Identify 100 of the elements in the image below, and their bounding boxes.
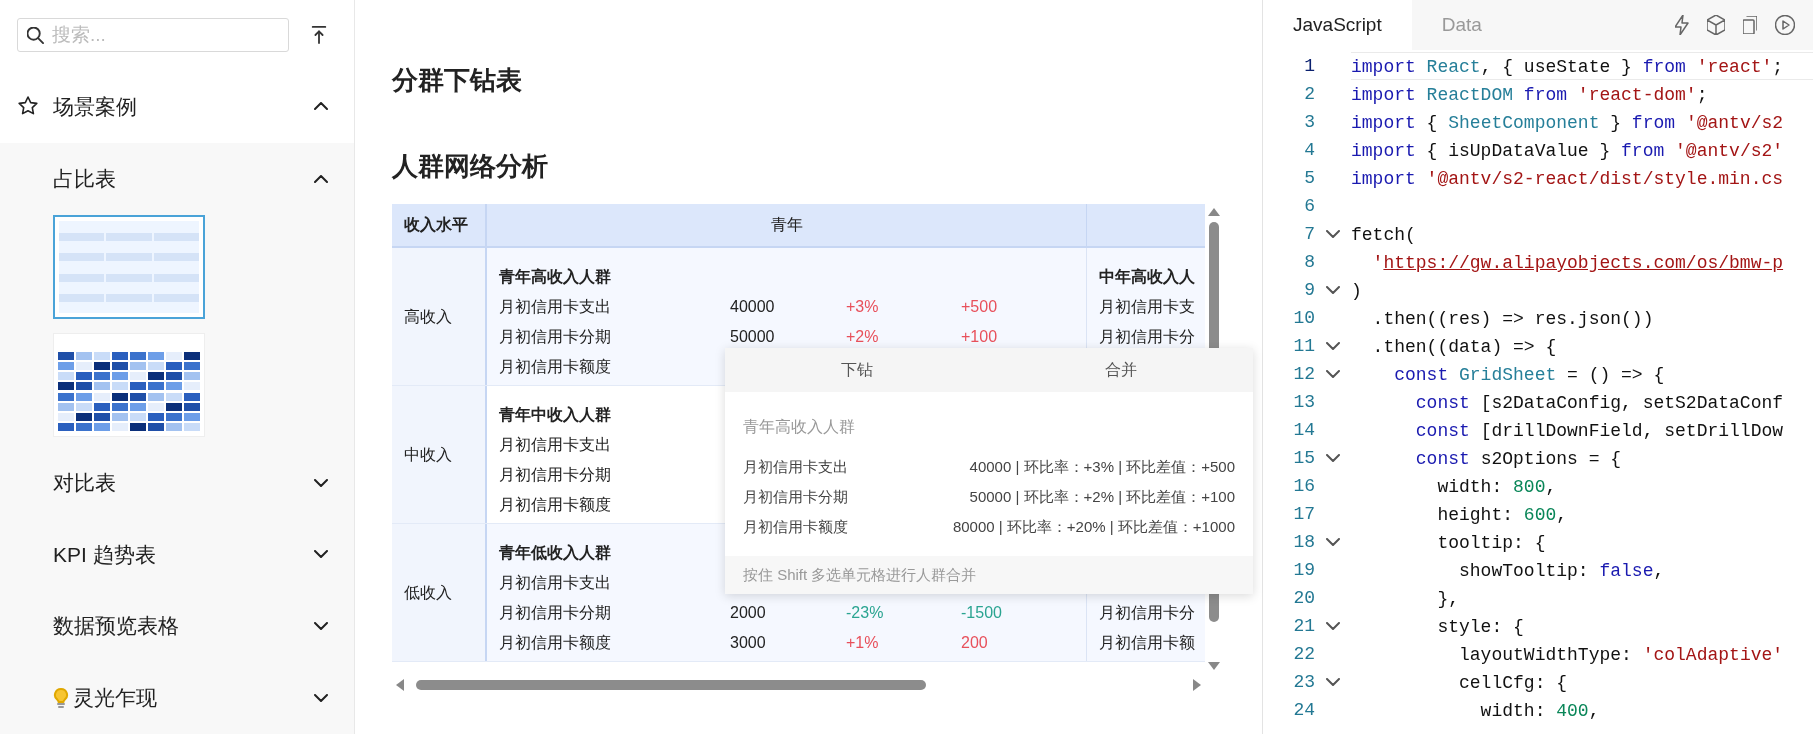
code-line: const GridSheet = () => { <box>1393 364 1666 387</box>
group-title: 青年中收入人群 <box>499 405 611 425</box>
metric-value: 50000 <box>730 327 776 347</box>
change-rate: +2% <box>846 327 880 347</box>
code-line: cellCfg: { <box>1458 672 1569 695</box>
tooltip-value: 40000 | 环比率：+3% | 环比差值：+500 <box>969 457 1235 477</box>
code-line: import '@antv/s2-react/dist/style.min.cs <box>1351 168 1785 191</box>
code-line: fetch( <box>1351 224 1417 247</box>
tooltip-value: 50000 | 环比率：+2% | 环比差值：+100 <box>969 487 1235 507</box>
thumbnail-drawing[interactable] <box>53 214 205 319</box>
code-line: .then((res) => res.json()) <box>1371 308 1655 331</box>
fold-chevron-icon[interactable] <box>1326 678 1340 686</box>
change-rate: +1% <box>846 633 880 653</box>
line-number: 4 <box>1303 139 1315 162</box>
code-line: showTooltip: false, <box>1458 560 1666 583</box>
metric-name: 月初信用卡额度 <box>499 357 612 377</box>
group-title: 中年高收入人 <box>1099 267 1195 287</box>
play-icon[interactable] <box>1775 15 1795 35</box>
cube-icon[interactable] <box>1707 15 1725 35</box>
sidebar-item[interactable]: KPI 趋势表 <box>0 518 354 591</box>
metric-name: 月初信用卡支 <box>1099 297 1195 317</box>
line-number: 21 <box>1292 615 1315 638</box>
line-number: 24 <box>1292 699 1315 722</box>
row-header: 低收入 <box>392 524 487 661</box>
sidebar-item[interactable]: 灵光乍现 <box>0 662 354 734</box>
fold-chevron-icon[interactable] <box>1326 538 1340 546</box>
line-number: 9 <box>1303 279 1315 302</box>
change-value: 200 <box>961 633 989 653</box>
change-rate: -23% <box>846 603 885 623</box>
search-field[interactable]: 搜索... <box>17 18 289 52</box>
group-title: 青年高收入人群 <box>499 267 611 287</box>
back-to-top-icon[interactable] <box>311 26 327 44</box>
row-header: 高收入 <box>392 248 487 385</box>
code-line: style: { <box>1436 616 1525 639</box>
line-number: 3 <box>1303 111 1315 134</box>
fold-chevron-icon[interactable] <box>1326 622 1340 630</box>
table-title: 人群网络分析 <box>392 150 549 183</box>
page-title: 分群下钻表 <box>392 64 523 97</box>
metric-name: 月初信用卡支出 <box>499 297 612 317</box>
sidebar-item[interactable]: 对比表 <box>0 446 354 519</box>
line-number: 1 <box>1303 55 1315 78</box>
column-header: 收入水平 <box>392 204 487 246</box>
line-number: 15 <box>1292 447 1315 470</box>
tooltip-label: 月初信用卡额度 <box>743 517 848 537</box>
tooltip-action-button[interactable]: 下钻 <box>725 348 989 392</box>
row-header: 中收入 <box>392 386 487 523</box>
code-line: const [s2DataConfig, setS2DataConf <box>1414 392 1785 415</box>
metric-name: 月初信用卡分 <box>1099 327 1195 347</box>
metric-name: 月初信用卡分 <box>1099 603 1195 623</box>
line-number: 2 <box>1303 83 1315 106</box>
line-number: 19 <box>1292 559 1315 582</box>
line-number: 17 <box>1292 503 1315 526</box>
fold-chevron-icon[interactable] <box>1326 342 1340 350</box>
line-number: 8 <box>1303 251 1315 274</box>
tooltip-title: 青年高收入人群 <box>742 417 856 437</box>
lightning-icon[interactable] <box>1675 15 1689 35</box>
line-number: 5 <box>1303 167 1315 190</box>
sidebar-item[interactable]: 占比表 <box>0 142 354 215</box>
code-line: width: 400, <box>1479 700 1601 723</box>
metric-value: 2000 <box>730 603 767 623</box>
fold-chevron-icon[interactable] <box>1326 454 1340 462</box>
tooltip-hint: 按住 Shift 多选单元格进行人群合并 <box>725 556 1253 594</box>
tooltip-action-button[interactable]: 合并 <box>989 348 1253 392</box>
line-number: 14 <box>1292 419 1315 442</box>
code-line: ) <box>1351 280 1363 303</box>
metric-value: 3000 <box>730 633 767 653</box>
code-line: 'https://gw.alipayobjects.com/os/bmw-p <box>1371 252 1785 275</box>
change-value: +100 <box>961 327 999 347</box>
line-number: 20 <box>1292 587 1315 610</box>
code-line: }, <box>1436 588 1461 611</box>
code-line: const s2Options = { <box>1414 448 1623 471</box>
metric-value: 40000 <box>730 297 776 317</box>
fold-chevron-icon[interactable] <box>1326 370 1340 378</box>
line-number: 16 <box>1292 475 1315 498</box>
line-number: 6 <box>1303 195 1315 218</box>
change-value: +500 <box>961 297 999 317</box>
code-line: width: 800, <box>1436 476 1558 499</box>
code-line: layoutWidthType: 'colAdaptive' <box>1458 644 1785 667</box>
metric-name: 月初信用卡额 <box>1099 633 1195 653</box>
search-icon <box>27 27 44 44</box>
star-icon <box>18 96 38 117</box>
group-title: 青年低收入人群 <box>499 543 611 563</box>
change-value: -1500 <box>961 603 1003 623</box>
code-line: import React, { useState } from 'react'; <box>1351 52 1813 80</box>
line-number: 23 <box>1292 671 1315 694</box>
sidebar-item[interactable]: 数据预览表格 <box>0 590 354 663</box>
sidebar-section[interactable]: 场景案例 <box>0 70 354 143</box>
metric-name: 月初信用卡额度 <box>499 495 612 515</box>
fold-chevron-icon[interactable] <box>1326 286 1340 294</box>
code-line: import { isUpDataValue } from '@antv/s2' <box>1351 140 1785 163</box>
line-number: 12 <box>1292 363 1315 386</box>
metric-name: 月初信用卡支出 <box>499 435 612 455</box>
copy-icon[interactable] <box>1743 16 1757 34</box>
lightbulb-icon <box>53 688 69 709</box>
change-rate: +3% <box>846 297 880 317</box>
editor-tab[interactable]: JavaScript <box>1263 0 1412 50</box>
code-line: height: 600, <box>1436 504 1569 527</box>
metric-name: 月初信用卡分期 <box>499 327 612 347</box>
fold-chevron-icon[interactable] <box>1326 230 1340 238</box>
line-number: 7 <box>1303 223 1315 246</box>
